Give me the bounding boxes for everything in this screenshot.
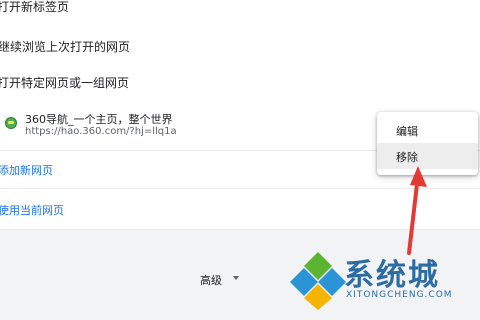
startup-option-continue[interactable]: 继续浏览上次打开的网页	[0, 38, 130, 55]
site-favicon-icon	[5, 117, 17, 129]
watermark-url: XITONGCHENG.COM	[346, 290, 453, 300]
menu-item-edit-label: 编辑	[396, 125, 418, 138]
site-url: https://hao.360.com/?hj=llq1a	[25, 126, 177, 137]
menu-item-edit[interactable]: 编辑	[377, 117, 478, 143]
chevron-down-icon[interactable]	[233, 276, 239, 280]
advanced-button[interactable]: 高级	[200, 272, 222, 288]
watermark-text: 系统城	[344, 258, 440, 293]
use-current-pages-link[interactable]: 使用当前网页	[0, 202, 64, 218]
red-arrow-icon	[407, 166, 427, 255]
add-new-page-link[interactable]: 添加新网页	[0, 162, 53, 178]
startup-option-new-tab[interactable]: 打开新标签页	[0, 0, 69, 15]
logo-icon	[290, 252, 346, 310]
site-title: 360导航_一个主页，整个世界	[25, 113, 173, 126]
watermark: 系统城 XITONGCHENG.COM	[288, 246, 478, 316]
startup-option-specific-pages[interactable]: 打开特定网页或一组网页	[0, 74, 129, 91]
